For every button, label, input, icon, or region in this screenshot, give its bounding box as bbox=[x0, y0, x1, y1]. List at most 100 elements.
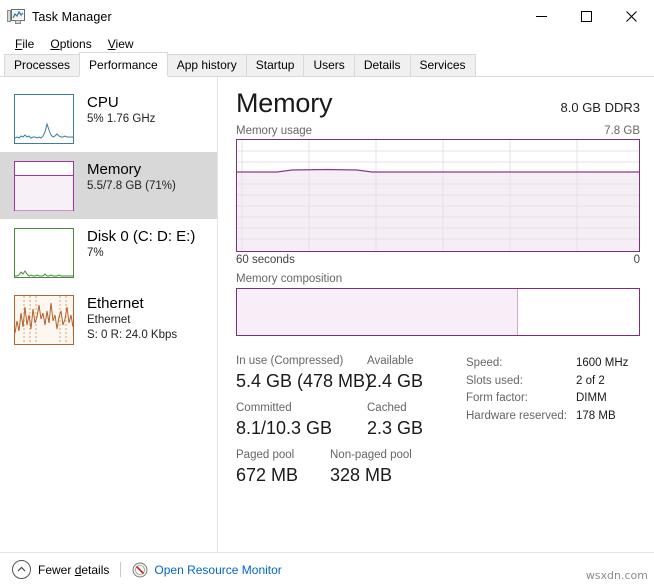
stat-in-use-value: 5.4 GB (478 MB) bbox=[236, 371, 372, 391]
watermark: wsxdn.com bbox=[585, 569, 648, 582]
resource-sidebar: CPU 5% 1.76 GHz Memory 5.5/7.8 GB (71%) bbox=[0, 77, 218, 574]
info-form-factor-key: Form factor: bbox=[466, 392, 528, 404]
panel-header: Memory 8.0 GB DDR3 bbox=[236, 87, 640, 119]
memory-stats-left: In use (Compressed) 5.4 GB (478 MB) Avai… bbox=[236, 354, 458, 495]
memory-usage-label: Memory usage bbox=[236, 125, 313, 137]
sidebar-disk-sub: 7% bbox=[87, 247, 104, 259]
minimize-button[interactable] bbox=[519, 0, 564, 33]
tab-startup[interactable]: Startup bbox=[245, 54, 305, 76]
tab-users[interactable]: Users bbox=[303, 54, 355, 76]
stat-in-use: In use (Compressed) 5.4 GB (478 MB) bbox=[236, 354, 372, 393]
stat-paged-pool-label: Paged pool bbox=[236, 449, 295, 461]
menu-item-view-rest: iew bbox=[115, 36, 134, 51]
sidebar-cpu-text: CPU 5% 1.76 GHz bbox=[87, 92, 155, 127]
menu-item-options[interactable]: Options bbox=[43, 35, 100, 53]
info-row-slots: Slots used: 2 of 2 bbox=[466, 373, 640, 391]
stat-available-label: Available bbox=[367, 355, 414, 367]
page-title: Memory bbox=[236, 88, 333, 118]
stat-available-value: 2.4 GB bbox=[367, 371, 424, 391]
menu-item-file-rest: ile bbox=[22, 36, 35, 51]
info-row-form-factor: Form factor: DIMM bbox=[466, 390, 640, 408]
sidebar-ethernet-title: Ethernet bbox=[87, 295, 144, 312]
usage-label-row: Memory usage 7.8 GB bbox=[236, 125, 640, 137]
memory-spec: 8.0 GB DDR3 bbox=[560, 100, 640, 115]
menu-bar: File Options View bbox=[0, 33, 654, 54]
sidebar-item-memory[interactable]: Memory 5.5/7.8 GB (71%) bbox=[0, 152, 217, 219]
sidebar-memory-title: Memory bbox=[87, 161, 142, 178]
info-slots-key: Slots used: bbox=[466, 374, 523, 387]
stat-row-3: Paged pool 672 MB Non-paged pool 328 MB bbox=[236, 448, 458, 487]
maximize-button[interactable] bbox=[564, 0, 609, 33]
info-slots-value: 2 of 2 bbox=[576, 374, 605, 387]
tab-app-history[interactable]: App history bbox=[166, 54, 247, 76]
sidebar-memory-text: Memory 5.5/7.8 GB (71%) bbox=[87, 159, 176, 194]
stat-in-use-label: In use (Compressed) bbox=[236, 355, 344, 367]
sidebar-item-cpu[interactable]: CPU 5% 1.76 GHz bbox=[0, 85, 217, 152]
stat-non-paged-pool: Non-paged pool 328 MB bbox=[330, 448, 412, 487]
menu-item-view[interactable]: View bbox=[101, 35, 143, 53]
stat-row-1: In use (Compressed) 5.4 GB (478 MB) Avai… bbox=[236, 354, 458, 393]
stat-paged-pool-value: 672 MB bbox=[236, 465, 299, 485]
composition-available-segment bbox=[518, 289, 639, 335]
ethernet-sparkline-icon bbox=[14, 295, 74, 345]
memory-usage-max: 7.8 GB bbox=[604, 125, 640, 137]
memory-usage-graph bbox=[236, 139, 640, 252]
stat-cached-value: 2.3 GB bbox=[367, 418, 424, 438]
stat-cached: Cached 2.3 GB bbox=[367, 401, 423, 440]
menu-item-options-rest: ptions bbox=[59, 36, 92, 51]
tab-processes[interactable]: Processes bbox=[4, 54, 81, 76]
stat-cached-label: Cached bbox=[367, 402, 407, 414]
sidebar-item-ethernet[interactable]: Ethernet Ethernet S: 0 R: 24.0 Kbps bbox=[0, 286, 217, 353]
graph-axis-left: 60 seconds bbox=[236, 254, 295, 266]
open-resource-monitor-link[interactable]: Open Resource Monitor bbox=[132, 562, 282, 578]
sidebar-cpu-title: CPU bbox=[87, 94, 119, 111]
memory-sparkline-icon bbox=[14, 161, 74, 211]
title-bar: Task Manager bbox=[0, 0, 654, 33]
tab-strip: Processes Performance App history Startu… bbox=[0, 52, 654, 77]
stat-committed: Committed 8.1/10.3 GB bbox=[236, 401, 367, 440]
stat-row-2: Committed 8.1/10.3 GB Cached 2.3 GB bbox=[236, 401, 458, 440]
close-button[interactable] bbox=[609, 0, 654, 33]
stat-committed-label: Committed bbox=[236, 402, 292, 414]
memory-composition-label: Memory composition bbox=[236, 273, 343, 285]
info-row-speed: Speed: 1600 MHz bbox=[466, 355, 640, 373]
info-speed-key: Speed: bbox=[466, 357, 503, 369]
memory-composition-bar[interactable] bbox=[236, 288, 640, 336]
fewer-details-button[interactable]: Fewer details bbox=[12, 560, 109, 579]
sidebar-ethernet-text: Ethernet Ethernet S: 0 R: 24.0 Kbps bbox=[87, 293, 177, 343]
sidebar-cpu-sub: 5% 1.76 GHz bbox=[87, 113, 156, 125]
tab-services[interactable]: Services bbox=[409, 54, 476, 76]
graph-axis-right: 0 bbox=[633, 254, 640, 266]
graph-axis-row: 60 seconds 0 bbox=[236, 254, 640, 266]
content-area: CPU 5% 1.76 GHz Memory 5.5/7.8 GB (71%) bbox=[0, 77, 654, 574]
sidebar-memory-sub: 5.5/7.8 GB (71%) bbox=[87, 180, 176, 192]
info-speed-value: 1600 MHz bbox=[576, 357, 629, 369]
window-controls bbox=[519, 0, 654, 33]
chevron-up-icon bbox=[12, 560, 31, 579]
resource-monitor-icon bbox=[132, 562, 148, 578]
info-hardware-reserved-value: 178 MB bbox=[576, 409, 616, 422]
tab-performance[interactable]: Performance bbox=[79, 52, 168, 76]
memory-stats: In use (Compressed) 5.4 GB (478 MB) Avai… bbox=[236, 354, 640, 495]
resource-monitor-label: Open Resource Monitor bbox=[154, 562, 282, 577]
window-title: Task Manager bbox=[32, 9, 112, 24]
stat-non-paged-pool-label: Non-paged pool bbox=[330, 449, 412, 461]
stat-committed-value: 8.1/10.3 GB bbox=[236, 418, 333, 438]
stat-available: Available 2.4 GB bbox=[367, 354, 423, 393]
sidebar-disk-title: Disk 0 (C: D: E:) bbox=[87, 228, 196, 245]
menu-item-file[interactable]: File bbox=[8, 35, 43, 53]
cpu-sparkline-icon bbox=[14, 94, 74, 144]
memory-system-info: Speed: 1600 MHz Slots used: 2 of 2 Form … bbox=[458, 354, 640, 495]
fewer-details-label: Fewer details bbox=[38, 562, 110, 577]
memory-panel: Memory 8.0 GB DDR3 Memory usage 7.8 GB 6… bbox=[218, 77, 654, 574]
sidebar-item-disk[interactable]: Disk 0 (C: D: E:) 7% bbox=[0, 219, 217, 286]
sidebar-disk-text: Disk 0 (C: D: E:) 7% bbox=[87, 226, 195, 261]
stat-non-paged-pool-value: 328 MB bbox=[330, 465, 393, 485]
info-hardware-reserved-key: Hardware reserved: bbox=[466, 409, 567, 422]
composition-in-use-segment bbox=[237, 289, 519, 335]
status-divider bbox=[120, 562, 122, 577]
sidebar-ethernet-sub2: S: 0 R: 24.0 Kbps bbox=[87, 329, 178, 341]
stat-paged-pool: Paged pool 672 MB bbox=[236, 448, 330, 487]
tab-details[interactable]: Details bbox=[353, 54, 411, 76]
task-manager-icon bbox=[7, 8, 25, 26]
